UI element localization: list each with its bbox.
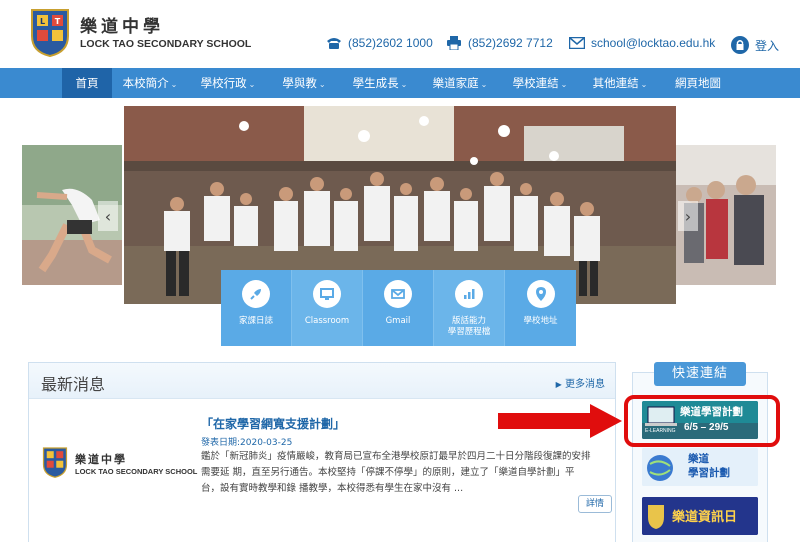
banner3-title: 樂道資訊日 xyxy=(672,510,738,525)
carousel-next-slide[interactable]: › xyxy=(676,145,776,285)
nav-school-links[interactable]: 學校連結 ⌄ xyxy=(504,68,576,98)
fax-number: (852)2692 7712 xyxy=(468,36,553,50)
details-button[interactable]: 詳情 xyxy=(578,495,612,513)
chevron-down-icon: ⌄ xyxy=(400,80,408,89)
phone-number: (852)2602 1000 xyxy=(348,36,433,50)
phone-contact[interactable]: (852)2602 1000 xyxy=(326,36,433,50)
news-header: 最新消息 ▶ 更多消息 xyxy=(29,363,615,399)
monitor-icon xyxy=(320,288,334,300)
tile-label: 學校地址 xyxy=(523,316,558,326)
more-news-link[interactable]: ▶ 更多消息 xyxy=(556,375,605,390)
school-name-cn: 樂道中學 xyxy=(80,17,164,37)
map-pin-icon xyxy=(535,287,546,301)
lock-icon xyxy=(731,36,749,54)
school-logo xyxy=(42,447,68,478)
nav-about[interactable]: 本校簡介 ⌄ xyxy=(114,68,186,98)
tile-school-address[interactable]: 學校地址 xyxy=(505,270,576,346)
article-excerpt: 鑑於「新冠肺炎」疫情嚴峻，教育局已宣布全港學校原訂最早於四月二十日分階段復課的安… xyxy=(201,451,591,494)
highlight-box xyxy=(624,395,780,447)
bar-chart-icon xyxy=(464,289,475,299)
mail-icon xyxy=(569,37,585,49)
chevron-down-icon: ⌄ xyxy=(170,80,178,89)
nav-other-links[interactable]: 其他連結 ⌄ xyxy=(584,68,656,98)
arrow-right-icon xyxy=(498,404,622,438)
nav-home[interactable]: 首頁 xyxy=(62,68,112,98)
login-link[interactable]: 登入 xyxy=(731,36,779,54)
news-panel: 最新消息 ▶ 更多消息 樂道中學 LOCK TAO SECONDARY SCHO… xyxy=(28,362,616,542)
tile-gmail[interactable]: Gmail xyxy=(363,270,434,346)
nav-admin[interactable]: 學校行政 ⌄ xyxy=(192,68,264,98)
nav-student-growth[interactable]: 學生成長 ⌄ xyxy=(344,68,416,98)
chevron-right-icon: › xyxy=(684,206,692,226)
tile-homework-diary[interactable]: 家課日誌 xyxy=(221,270,292,346)
news-title: 最新消息 xyxy=(41,375,106,394)
banner-learning-plan-2[interactable]: 樂道 學習計劃 xyxy=(642,448,758,486)
chevron-left-icon: ‹ xyxy=(104,206,112,226)
play-icon: ▶ xyxy=(555,380,562,389)
school-logo[interactable]: L T xyxy=(28,6,72,58)
quick-links-title: 快速連結 xyxy=(654,362,746,386)
main-nav: 首頁 本校簡介 ⌄ 學校行政 ⌄ 學與教 ⌄ 學生成長 ⌄ 樂道家庭 ⌄ 學校連結 ⌄ 其他… xyxy=(0,68,800,98)
article-title-link[interactable]: 「在家學習網寬支援計劃」 xyxy=(201,415,345,432)
chevron-down-icon: ⌄ xyxy=(560,80,568,89)
email-contact[interactable]: school@locktao.edu.hk xyxy=(569,36,715,50)
chevron-down-icon: ⌄ xyxy=(480,80,488,89)
news-school-name-cn: 樂道中學 xyxy=(75,453,127,466)
tile-label: Gmail xyxy=(385,316,411,326)
printer-icon xyxy=(447,36,461,50)
carousel-prev-button[interactable]: ‹ xyxy=(98,201,118,231)
school-name-en: LOCK TAO SECONDARY SCHOOL xyxy=(80,38,252,50)
tile-classroom[interactable]: Classroom xyxy=(292,270,363,346)
tile-learning-profile[interactable]: 版話能力 學習歷程檔 xyxy=(434,270,505,346)
svg-text:T: T xyxy=(55,17,61,26)
rocket-icon xyxy=(250,289,261,300)
tile-label: 版話能力 學習歷程檔 xyxy=(447,316,491,337)
fax-contact[interactable]: (852)2692 7712 xyxy=(446,36,553,50)
mail-icon xyxy=(391,289,405,299)
chevron-down-icon: ⌄ xyxy=(248,80,256,89)
carousel-next-button[interactable]: › xyxy=(678,201,698,231)
tile-label: Classroom xyxy=(304,316,350,326)
quick-access-tiles: 家課日誌 Classroom Gmail 版話能力 學習歷程檔 學校地址 xyxy=(221,270,576,346)
chevron-down-icon: ⌄ xyxy=(318,80,326,89)
chevron-down-icon: ⌄ xyxy=(640,80,648,89)
tile-label: 家課日誌 xyxy=(238,316,273,326)
site-header: L T 樂道中學 LOCK TAO SECONDARY SCHOOL (852)… xyxy=(0,0,800,68)
carousel-prev-slide[interactable]: ‹ xyxy=(22,145,122,285)
nav-teaching[interactable]: 學與教 ⌄ xyxy=(272,68,336,98)
news-school-name-en: LOCK TAO SECONDARY SCHOOL xyxy=(75,467,198,476)
nav-sitemap[interactable]: 網頁地圖 xyxy=(664,68,732,98)
banner2-title: 樂道 學習計劃 xyxy=(688,453,730,479)
banner-info-day[interactable]: 樂道資訊日 xyxy=(642,497,758,535)
email-address: school@locktao.edu.hk xyxy=(591,36,716,50)
login-label: 登入 xyxy=(755,38,780,53)
article-date: 發表日期:2020-03-25 xyxy=(201,438,293,448)
nav-family[interactable]: 樂道家庭 ⌄ xyxy=(424,68,496,98)
svg-text:L: L xyxy=(40,17,45,26)
phone-icon xyxy=(327,38,341,49)
